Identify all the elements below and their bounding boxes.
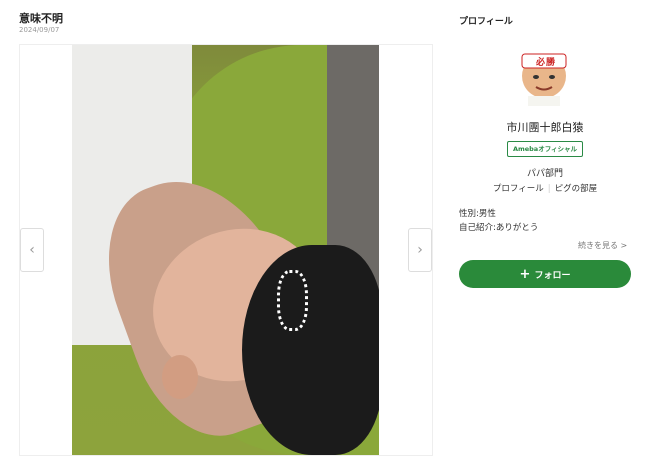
image-slider: ‹ › [19, 44, 433, 456]
follow-label: フォロー [534, 270, 571, 281]
read-more-link[interactable]: 続きを見る > [578, 240, 627, 251]
slider-prev-button[interactable]: ‹ [20, 228, 44, 272]
profile-links: プロフィール | ピグの部屋 [459, 182, 631, 194]
official-badge: Amebaオフィシャル [507, 141, 583, 157]
post-photo[interactable] [72, 45, 379, 455]
avatar-text-2: 勝 [546, 56, 556, 68]
profile-gender: 性別:男性 [459, 209, 496, 219]
profile-heading: プロフィール [459, 17, 513, 27]
profile-name[interactable]: 市川團十郎白猿 [459, 119, 631, 135]
profile-intro: 自己紹介:ありがとう [459, 223, 539, 233]
chevron-right-icon: › [417, 242, 423, 258]
slider-next-button[interactable]: › [408, 228, 432, 272]
profile-category[interactable]: パパ部門 [459, 166, 631, 179]
post-title: 意味不明 [19, 12, 63, 25]
profile-link[interactable]: プロフィール [493, 184, 544, 194]
profile-avatar[interactable]: 必 勝 [514, 42, 574, 106]
link-separator: | [547, 184, 551, 194]
avatar-text-1: 必 [535, 56, 545, 68]
chevron-left-icon: ‹ [29, 242, 35, 258]
post-date: 2024/09/07 [19, 26, 60, 34]
pig-room-link[interactable]: ピグの部屋 [555, 184, 598, 194]
follow-button[interactable]: + フォロー [459, 260, 631, 288]
plus-icon: + [519, 266, 531, 282]
